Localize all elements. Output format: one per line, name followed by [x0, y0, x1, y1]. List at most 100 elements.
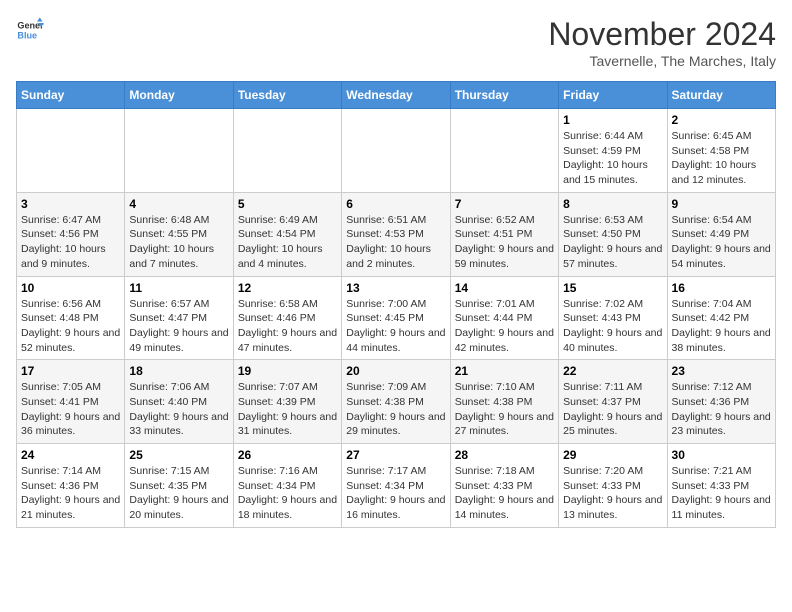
day-number: 21 — [455, 364, 554, 378]
calendar-cell: 29 Sunrise: 7:20 AM Sunset: 4:33 PM Dayli… — [559, 444, 667, 528]
page-header: General Blue November 2024 Tavernelle, T… — [16, 16, 776, 69]
day-number: 28 — [455, 448, 554, 462]
day-number: 15 — [563, 281, 662, 295]
calendar-cell: 11 Sunrise: 6:57 AM Sunset: 4:47 PM Dayli… — [125, 276, 233, 360]
calendar-cell: 19 Sunrise: 7:07 AM Sunset: 4:39 PM Dayli… — [233, 360, 341, 444]
day-number: 25 — [129, 448, 228, 462]
calendar-cell: 24 Sunrise: 7:14 AM Sunset: 4:36 PM Dayli… — [17, 444, 125, 528]
calendar-cell: 28 Sunrise: 7:18 AM Sunset: 4:33 PM Dayli… — [450, 444, 558, 528]
calendar-table: SundayMondayTuesdayWednesdayThursdayFrid… — [16, 81, 776, 528]
day-of-week-header: Tuesday — [233, 82, 341, 109]
calendar-cell: 8Sunrise: 6:53 AM Sunset: 4:50 PM Daylig… — [559, 192, 667, 276]
day-info: Sunrise: 7:16 AM Sunset: 4:34 PM Dayligh… — [238, 464, 337, 523]
day-number: 2 — [672, 113, 771, 127]
calendar-cell: 4 Sunrise: 6:48 AM Sunset: 4:55 PM Daylig… — [125, 192, 233, 276]
day-info: Sunrise: 7:21 AM Sunset: 4:33 PM Dayligh… — [672, 464, 771, 523]
day-info: Sunrise: 7:11 AM Sunset: 4:37 PM Dayligh… — [563, 380, 662, 439]
day-info: Sunrise: 7:18 AM Sunset: 4:33 PM Dayligh… — [455, 464, 554, 523]
day-number: 7 — [455, 197, 554, 211]
calendar-cell: 6Sunrise: 6:51 AM Sunset: 4:53 PM Daylig… — [342, 192, 450, 276]
day-number: 10 — [21, 281, 120, 295]
day-number: 30 — [672, 448, 771, 462]
day-info: Sunrise: 6:45 AM Sunset: 4:58 PM Dayligh… — [672, 129, 771, 188]
day-number: 9 — [672, 197, 771, 211]
calendar-cell — [233, 109, 341, 193]
day-of-week-header: Friday — [559, 82, 667, 109]
day-info: Sunrise: 6:48 AM Sunset: 4:55 PM Dayligh… — [129, 213, 228, 272]
svg-text:Blue: Blue — [17, 30, 37, 40]
calendar-cell — [17, 109, 125, 193]
calendar-cell: 15Sunrise: 7:02 AM Sunset: 4:43 PM Dayli… — [559, 276, 667, 360]
calendar-cell: 3Sunrise: 6:47 AM Sunset: 4:56 PM Daylig… — [17, 192, 125, 276]
day-info: Sunrise: 6:44 AM Sunset: 4:59 PM Dayligh… — [563, 129, 662, 188]
location-subtitle: Tavernelle, The Marches, Italy — [548, 53, 776, 69]
day-number: 16 — [672, 281, 771, 295]
calendar-cell: 20 Sunrise: 7:09 AM Sunset: 4:38 PM Dayli… — [342, 360, 450, 444]
calendar-cell: 21 Sunrise: 7:10 AM Sunset: 4:38 PM Dayli… — [450, 360, 558, 444]
day-info: Sunrise: 6:56 AM Sunset: 4:48 PM Dayligh… — [21, 297, 120, 356]
calendar-cell: 10 Sunrise: 6:56 AM Sunset: 4:48 PM Dayli… — [17, 276, 125, 360]
calendar-cell: 18 Sunrise: 7:06 AM Sunset: 4:40 PM Dayli… — [125, 360, 233, 444]
day-of-week-header: Sunday — [17, 82, 125, 109]
day-number: 19 — [238, 364, 337, 378]
calendar-week-row: 24 Sunrise: 7:14 AM Sunset: 4:36 PM Dayli… — [17, 444, 776, 528]
day-info: Sunrise: 7:14 AM Sunset: 4:36 PM Dayligh… — [21, 464, 120, 523]
calendar-week-row: 1 Sunrise: 6:44 AM Sunset: 4:59 PM Daylig… — [17, 109, 776, 193]
calendar-cell — [125, 109, 233, 193]
day-info: Sunrise: 7:06 AM Sunset: 4:40 PM Dayligh… — [129, 380, 228, 439]
day-number: 18 — [129, 364, 228, 378]
day-number: 17 — [21, 364, 120, 378]
day-info: Sunrise: 6:52 AM Sunset: 4:51 PM Dayligh… — [455, 213, 554, 272]
day-info: Sunrise: 7:10 AM Sunset: 4:38 PM Dayligh… — [455, 380, 554, 439]
calendar-week-row: 10 Sunrise: 6:56 AM Sunset: 4:48 PM Dayli… — [17, 276, 776, 360]
day-info: Sunrise: 7:17 AM Sunset: 4:34 PM Dayligh… — [346, 464, 445, 523]
day-number: 26 — [238, 448, 337, 462]
day-number: 23 — [672, 364, 771, 378]
calendar-cell: 13 Sunrise: 7:00 AM Sunset: 4:45 PM Dayli… — [342, 276, 450, 360]
month-title: November 2024 — [548, 16, 776, 53]
calendar-cell — [450, 109, 558, 193]
day-number: 22 — [563, 364, 662, 378]
svg-text:General: General — [17, 21, 44, 31]
day-number: 29 — [563, 448, 662, 462]
day-info: Sunrise: 6:54 AM Sunset: 4:49 PM Dayligh… — [672, 213, 771, 272]
day-number: 3 — [21, 197, 120, 211]
day-number: 5 — [238, 197, 337, 211]
day-number: 13 — [346, 281, 445, 295]
day-info: Sunrise: 7:20 AM Sunset: 4:33 PM Dayligh… — [563, 464, 662, 523]
day-info: Sunrise: 6:49 AM Sunset: 4:54 PM Dayligh… — [238, 213, 337, 272]
calendar-cell: 16 Sunrise: 7:04 AM Sunset: 4:42 PM Dayli… — [667, 276, 775, 360]
day-number: 11 — [129, 281, 228, 295]
calendar-header-row: SundayMondayTuesdayWednesdayThursdayFrid… — [17, 82, 776, 109]
day-number: 8 — [563, 197, 662, 211]
day-info: Sunrise: 7:04 AM Sunset: 4:42 PM Dayligh… — [672, 297, 771, 356]
title-block: November 2024 Tavernelle, The Marches, I… — [548, 16, 776, 69]
calendar-cell: 5 Sunrise: 6:49 AM Sunset: 4:54 PM Daylig… — [233, 192, 341, 276]
day-info: Sunrise: 6:51 AM Sunset: 4:53 PM Dayligh… — [346, 213, 445, 272]
logo-icon: General Blue — [16, 16, 44, 44]
calendar-cell: 22 Sunrise: 7:11 AM Sunset: 4:37 PM Dayli… — [559, 360, 667, 444]
day-number: 12 — [238, 281, 337, 295]
calendar-cell: 27Sunrise: 7:17 AM Sunset: 4:34 PM Dayli… — [342, 444, 450, 528]
day-of-week-header: Saturday — [667, 82, 775, 109]
calendar-cell: 14Sunrise: 7:01 AM Sunset: 4:44 PM Dayli… — [450, 276, 558, 360]
day-info: Sunrise: 7:07 AM Sunset: 4:39 PM Dayligh… — [238, 380, 337, 439]
day-info: Sunrise: 7:09 AM Sunset: 4:38 PM Dayligh… — [346, 380, 445, 439]
day-info: Sunrise: 6:58 AM Sunset: 4:46 PM Dayligh… — [238, 297, 337, 356]
calendar-cell: 7 Sunrise: 6:52 AM Sunset: 4:51 PM Daylig… — [450, 192, 558, 276]
calendar-week-row: 3Sunrise: 6:47 AM Sunset: 4:56 PM Daylig… — [17, 192, 776, 276]
day-number: 24 — [21, 448, 120, 462]
calendar-cell: 30 Sunrise: 7:21 AM Sunset: 4:33 PM Dayli… — [667, 444, 775, 528]
calendar-cell: 12 Sunrise: 6:58 AM Sunset: 4:46 PM Dayli… — [233, 276, 341, 360]
day-number: 4 — [129, 197, 228, 211]
day-info: Sunrise: 6:57 AM Sunset: 4:47 PM Dayligh… — [129, 297, 228, 356]
calendar-week-row: 17Sunrise: 7:05 AM Sunset: 4:41 PM Dayli… — [17, 360, 776, 444]
day-number: 20 — [346, 364, 445, 378]
day-of-week-header: Wednesday — [342, 82, 450, 109]
day-of-week-header: Thursday — [450, 82, 558, 109]
day-number: 1 — [563, 113, 662, 127]
calendar-cell: 17Sunrise: 7:05 AM Sunset: 4:41 PM Dayli… — [17, 360, 125, 444]
day-of-week-header: Monday — [125, 82, 233, 109]
day-info: Sunrise: 7:00 AM Sunset: 4:45 PM Dayligh… — [346, 297, 445, 356]
calendar-cell: 26 Sunrise: 7:16 AM Sunset: 4:34 PM Dayli… — [233, 444, 341, 528]
